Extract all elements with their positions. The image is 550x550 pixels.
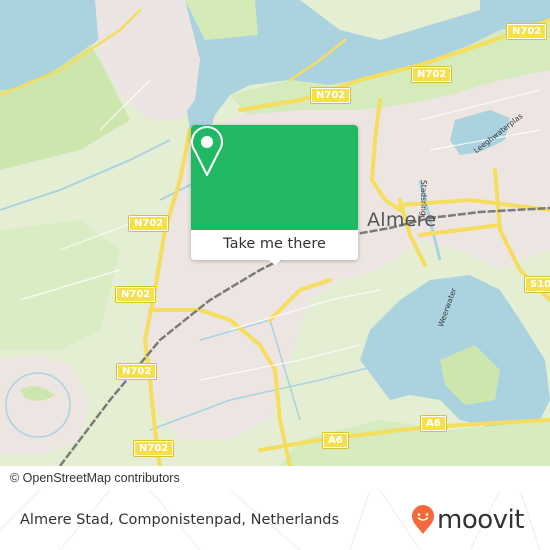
map-widget: N702 N702 N702 N702 N702 N702 N702 S103 … <box>0 0 550 550</box>
map-canvas[interactable]: N702 N702 N702 N702 N702 N702 N702 S103 … <box>0 0 550 466</box>
footer: Almere Stad, Componistenpad, Netherlands… <box>0 490 550 550</box>
take-me-there-button[interactable]: Take me there <box>191 230 358 260</box>
road-shield-n702: N702 <box>311 88 351 103</box>
road-shield-n702: N702 <box>116 287 156 302</box>
moovit-logo[interactable]: moovit <box>410 505 524 535</box>
map-attribution[interactable]: © OpenStreetMap contributors <box>0 469 212 490</box>
moovit-pin-icon <box>412 505 434 534</box>
street-label: Stadsring <box>419 180 428 216</box>
road-shield-n702: N702 <box>134 441 174 456</box>
brand-name: moovit <box>437 505 524 535</box>
address-text: Almere Stad, Componistenpad, Netherlands <box>20 512 340 528</box>
road-shield-n702: N702 <box>507 24 547 39</box>
road-shield-n702: N702 <box>129 216 169 231</box>
road-shield-s103: S103 <box>525 277 550 292</box>
road-shield-n702: N702 <box>117 364 157 379</box>
road-shield-n702: N702 <box>412 67 452 82</box>
map-pin-icon <box>191 126 223 176</box>
popup-header <box>191 125 358 230</box>
road-shield-a6: A6 <box>421 416 446 431</box>
location-popup: Take me there <box>191 125 358 260</box>
popup-arrow <box>266 258 284 265</box>
road-shield-a6: A6 <box>323 433 348 448</box>
